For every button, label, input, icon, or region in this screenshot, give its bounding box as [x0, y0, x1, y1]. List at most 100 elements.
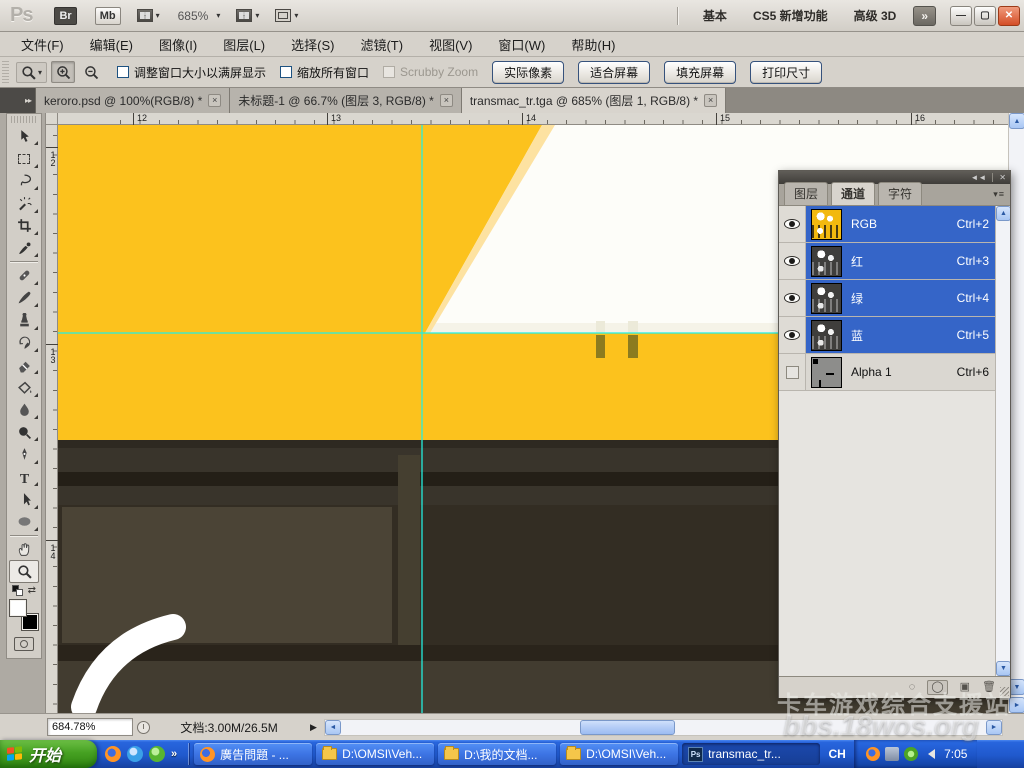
horizontal-scroll-thumb[interactable] — [580, 720, 675, 735]
foreground-color-swatch[interactable] — [9, 599, 27, 617]
nvidia-tray-icon[interactable] — [904, 747, 918, 761]
visibility-cell[interactable] — [779, 280, 806, 316]
visibility-cell[interactable] — [779, 317, 806, 353]
magic-wand-tool[interactable] — [9, 192, 39, 214]
task-folder-omsi-2[interactable]: D:\OMSI\Veh... — [560, 743, 678, 765]
firefox-quicklaunch-icon[interactable] — [105, 746, 121, 762]
close-panel-icon[interactable]: ✕ — [999, 173, 1006, 182]
close-icon[interactable]: × — [704, 94, 717, 107]
visibility-cell[interactable] — [779, 243, 806, 279]
menu-filter[interactable]: 滤镜(T) — [347, 35, 416, 54]
vertical-ruler[interactable]: 12 13 14 — [46, 125, 58, 713]
language-indicator[interactable]: CH — [822, 747, 852, 761]
restore-button[interactable]: ▢ — [974, 6, 996, 26]
close-icon[interactable]: × — [208, 94, 221, 107]
firefox-tray-icon[interactable] — [866, 747, 880, 761]
task-firefox[interactable]: 廣告問題 - ... — [194, 743, 312, 765]
collapse-panel-icon[interactable]: ◄◄ — [970, 173, 986, 182]
panel-resize-grip[interactable] — [1000, 687, 1009, 696]
default-colors-icon[interactable] — [12, 585, 23, 596]
workspace-basic-button[interactable]: 基本 — [694, 4, 736, 27]
rectangular-marquee-tool[interactable] — [9, 147, 39, 169]
lasso-tool[interactable] — [9, 170, 39, 192]
doc-tab-keroro[interactable]: keroro.psd @ 100%(RGB/8) * × — [36, 88, 230, 113]
print-size-button[interactable]: 打印尺寸 — [750, 61, 822, 84]
delete-channel-icon[interactable]: 🗑 — [982, 682, 996, 693]
paint-bucket-tool[interactable] — [9, 376, 39, 398]
actual-pixels-button[interactable]: 实际像素 — [492, 61, 564, 84]
panel-menu-icon[interactable]: ▾≡ — [993, 189, 1005, 200]
resize-windows-checkbox[interactable]: 调整窗口大小以满屏显示 — [117, 64, 266, 81]
eyedropper-tool[interactable] — [9, 237, 39, 259]
start-button[interactable]: 开始 — [0, 740, 97, 768]
minimize-button[interactable]: — — [950, 6, 972, 26]
move-tool[interactable] — [9, 125, 39, 147]
zoom-tool-preset[interactable]: ▾ — [16, 62, 47, 83]
status-expand-icon[interactable]: ▶ — [310, 722, 317, 733]
scroll-down-icon[interactable]: ▼ — [1009, 679, 1024, 695]
path-selection-tool[interactable] — [9, 488, 39, 510]
workspace-3d-button[interactable]: 高级 3D — [845, 4, 906, 27]
channel-row-alpha1[interactable]: Alpha 1 Ctrl+6 — [779, 354, 995, 391]
menu-layer[interactable]: 图层(L) — [210, 35, 278, 54]
channel-row-rgb[interactable]: RGB Ctrl+2 — [779, 206, 995, 243]
channel-row-red[interactable]: 红 Ctrl+3 — [779, 243, 995, 280]
menu-select[interactable]: 选择(S) — [278, 35, 347, 54]
tab-character[interactable]: 字符 — [878, 182, 922, 205]
volume-tray-icon[interactable] — [923, 749, 935, 759]
fill-screen-button[interactable]: 填充屏幕 — [664, 61, 736, 84]
scroll-right-icon[interactable]: ► — [1009, 697, 1024, 713]
menu-help[interactable]: 帮助(H) — [558, 35, 628, 54]
zoom-out-button[interactable] — [79, 61, 103, 83]
quick-mask-button[interactable] — [14, 637, 34, 651]
crop-tool[interactable] — [9, 215, 39, 237]
new-channel-icon[interactable]: ▣ — [960, 682, 970, 693]
menu-window[interactable]: 窗口(W) — [485, 35, 558, 54]
screen-mode-button[interactable]: ▾ — [275, 9, 298, 22]
tools-grip[interactable] — [11, 116, 37, 123]
scroll-down-icon[interactable]: ▼ — [996, 661, 1010, 676]
channel-row-green[interactable]: 绿 Ctrl+4 — [779, 280, 995, 317]
task-photoshop[interactable]: Ps transmac_tr... — [682, 743, 820, 765]
dodge-tool[interactable] — [9, 421, 39, 443]
hand-tool[interactable] — [9, 538, 39, 560]
scroll-up-icon[interactable]: ▲ — [996, 206, 1010, 221]
menu-edit[interactable]: 编辑(E) — [77, 35, 146, 54]
menu-file[interactable]: 文件(F) — [8, 35, 77, 54]
healing-brush-tool[interactable] — [9, 264, 39, 286]
scroll-up-icon[interactable]: ▲ — [1009, 113, 1024, 129]
workspace-cs5new-button[interactable]: CS5 新增功能 — [744, 4, 837, 27]
chevron-down-icon[interactable]: ▾ — [216, 11, 220, 20]
quicklaunch-overflow-icon[interactable]: » — [171, 748, 177, 760]
visibility-cell[interactable] — [779, 354, 806, 390]
launch-bridge-button[interactable]: Br — [54, 7, 76, 25]
media-player-quicklaunch-icon[interactable] — [127, 746, 143, 762]
zoom-all-windows-checkbox[interactable]: 缩放所有窗口 — [280, 64, 369, 81]
scroll-left-icon[interactable]: ◄ — [325, 720, 341, 735]
task-folder-documents[interactable]: D:\我的文档... — [438, 743, 556, 765]
save-selection-as-channel-icon[interactable]: ◯ — [927, 680, 947, 695]
ruler-corner[interactable] — [46, 113, 58, 125]
menu-view[interactable]: 视图(V) — [416, 35, 485, 54]
load-channel-selection-icon[interactable]: ◌ — [909, 682, 916, 693]
tab-channels[interactable]: 通道 — [831, 182, 875, 205]
horizontal-ruler[interactable]: 12 13 14 15 16 — [58, 113, 1008, 125]
arrange-documents-button[interactable]: ▾ — [236, 9, 259, 22]
zoom-in-button[interactable] — [51, 61, 75, 83]
zoom-tool[interactable] — [9, 560, 39, 582]
tool-dock-collapse[interactable]: ▸▸ — [0, 88, 36, 113]
doc-tab-untitled[interactable]: 未标题-1 @ 66.7% (图层 3, RGB/8) * × — [230, 88, 462, 113]
clone-stamp-tool[interactable] — [9, 309, 39, 331]
device-tray-icon[interactable] — [885, 747, 899, 761]
task-folder-omsi-1[interactable]: D:\OMSI\Veh... — [316, 743, 434, 765]
brush-tool[interactable] — [9, 287, 39, 309]
tab-layers[interactable]: 图层 — [784, 182, 828, 205]
close-icon[interactable]: × — [440, 94, 453, 107]
history-brush-tool[interactable] — [9, 332, 39, 354]
scroll-right-icon[interactable]: ► — [986, 720, 1002, 735]
close-button[interactable]: ✕ — [998, 6, 1020, 26]
view-extras-button[interactable]: ▾ — [137, 9, 160, 22]
channel-row-blue[interactable]: 蓝 Ctrl+5 — [779, 317, 995, 354]
panel-scrollbar[interactable]: ▲ ▼ — [995, 206, 1010, 676]
zoom-percentage-field[interactable]: 684.78% — [47, 718, 133, 736]
